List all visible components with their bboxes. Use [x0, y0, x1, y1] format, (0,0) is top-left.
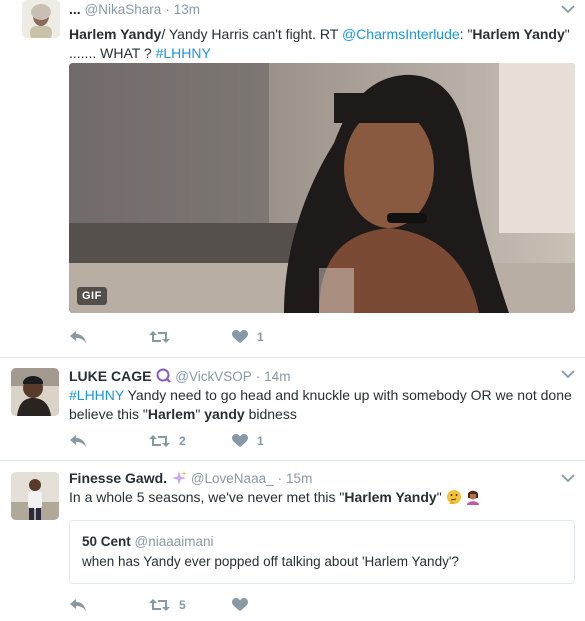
reply-button[interactable] [69, 595, 87, 615]
tweet-header: ... @NikaShara · 13m [69, 0, 573, 18]
tweet-text: Harlem Yandy/ Yandy Harris can't fight. … [69, 25, 573, 63]
chevron-down-icon[interactable] [561, 473, 575, 483]
gif-badge: GIF [77, 287, 107, 305]
person-facepalm-emoji-icon [467, 490, 480, 505]
chevron-down-icon[interactable] [561, 4, 575, 14]
gif-image [69, 63, 575, 313]
tweet-header: LUKE CAGE @VickVSOP · 14m [69, 367, 573, 385]
text-bold: Harlem Yandy [344, 489, 437, 505]
like-count: 1 [257, 434, 264, 448]
avatar-image [22, 0, 60, 38]
text-segment: : " [459, 26, 473, 42]
timestamp[interactable]: 15m [286, 471, 312, 486]
retweet-icon [149, 599, 170, 611]
sparkles-emoji-icon [171, 471, 187, 485]
text-bold: yandy [204, 406, 245, 422]
hashtag-link[interactable]: #LHHNY [69, 387, 124, 403]
quoted-username: @niaaaimani [134, 534, 214, 549]
text-segment: / Yandy Harris can't fight. RT [161, 26, 342, 42]
retweet-button[interactable]: 2 [149, 431, 186, 451]
display-name[interactable]: ... [69, 1, 81, 17]
tweet[interactable]: ... @NikaShara · 13m Harlem Yandy/ Yandy… [0, 0, 585, 358]
quoted-tweet-header: 50 Cent @niaaaimani [82, 534, 214, 549]
like-count: 1 [257, 330, 264, 344]
timestamp[interactable]: 14m [264, 369, 290, 384]
display-name[interactable]: Finesse Gawd. [69, 470, 167, 486]
quoted-tweet-text: when has Yandy ever popped off talking a… [82, 554, 459, 569]
tweet-text: In a whole 5 seasons, we've never met th… [69, 488, 573, 507]
retweet-button[interactable] [149, 327, 179, 347]
heart-icon [232, 434, 248, 447]
text-bold: Harlem [147, 406, 196, 422]
like-button[interactable]: 1 [232, 431, 264, 451]
avatar[interactable] [22, 0, 60, 38]
reply-icon [70, 599, 86, 611]
avatar[interactable] [11, 368, 59, 416]
heart-icon [232, 330, 248, 343]
quoted-tweet[interactable]: 50 Cent @niaaaimani when has Yandy ever … [69, 520, 575, 584]
username[interactable]: @NikaShara [85, 2, 162, 17]
text-bold: Harlem Yandy [472, 26, 565, 42]
timestamp[interactable]: 13m [174, 2, 200, 17]
retweet-icon [149, 435, 170, 447]
magnifier-emoji-icon [156, 368, 172, 383]
tweet[interactable]: LUKE CAGE @VickVSOP · 14m #LHHNY Yandy n… [0, 358, 585, 461]
text-segment: " [195, 406, 205, 422]
reply-icon [70, 435, 86, 447]
retweet-icon [149, 331, 170, 343]
retweet-button[interactable]: 5 [149, 595, 186, 615]
tweet-header: Finesse Gawd. @LoveNaaa_ · 15m [69, 469, 573, 487]
text-segment: " [436, 489, 442, 505]
like-button[interactable] [232, 595, 257, 615]
gif-media[interactable]: GIF [69, 63, 575, 313]
reply-button[interactable] [69, 327, 87, 347]
text-bold: Harlem Yandy [69, 26, 162, 42]
text-segment: In a whole 5 seasons, we've never met th… [69, 489, 345, 505]
thinking-face-emoji-icon [446, 490, 461, 504]
separator-dot: · [255, 368, 261, 384]
separator-dot: · [277, 470, 283, 486]
mention-link[interactable]: @CharmsInterlude [342, 26, 460, 42]
avatar-image [11, 368, 59, 416]
retweet-count: 2 [179, 434, 186, 448]
separator-dot: · [165, 1, 170, 17]
username[interactable]: @LoveNaaa_ [191, 471, 274, 486]
like-button[interactable]: 1 [232, 327, 264, 347]
tweet[interactable]: Finesse Gawd. @LoveNaaa_ · 15m In a whol… [0, 461, 585, 621]
avatar-image [11, 472, 59, 520]
reply-button[interactable] [69, 431, 87, 451]
text-segment: Yandy need to go head and knuckle up wit… [69, 387, 572, 422]
reply-icon [70, 331, 86, 343]
username[interactable]: @VickVSOP [175, 369, 251, 384]
text-segment: bidness [244, 406, 297, 422]
avatar[interactable] [11, 472, 59, 520]
quoted-display-name: 50 Cent [82, 534, 131, 549]
tweet-text: #LHHNY Yandy need to go head and knuckle… [69, 386, 573, 424]
heart-icon [232, 598, 248, 611]
display-name[interactable]: LUKE CAGE [69, 368, 151, 384]
retweet-count: 5 [179, 598, 186, 612]
hashtag-link[interactable]: #LHHNY [156, 45, 211, 61]
chevron-down-icon[interactable] [561, 369, 575, 379]
